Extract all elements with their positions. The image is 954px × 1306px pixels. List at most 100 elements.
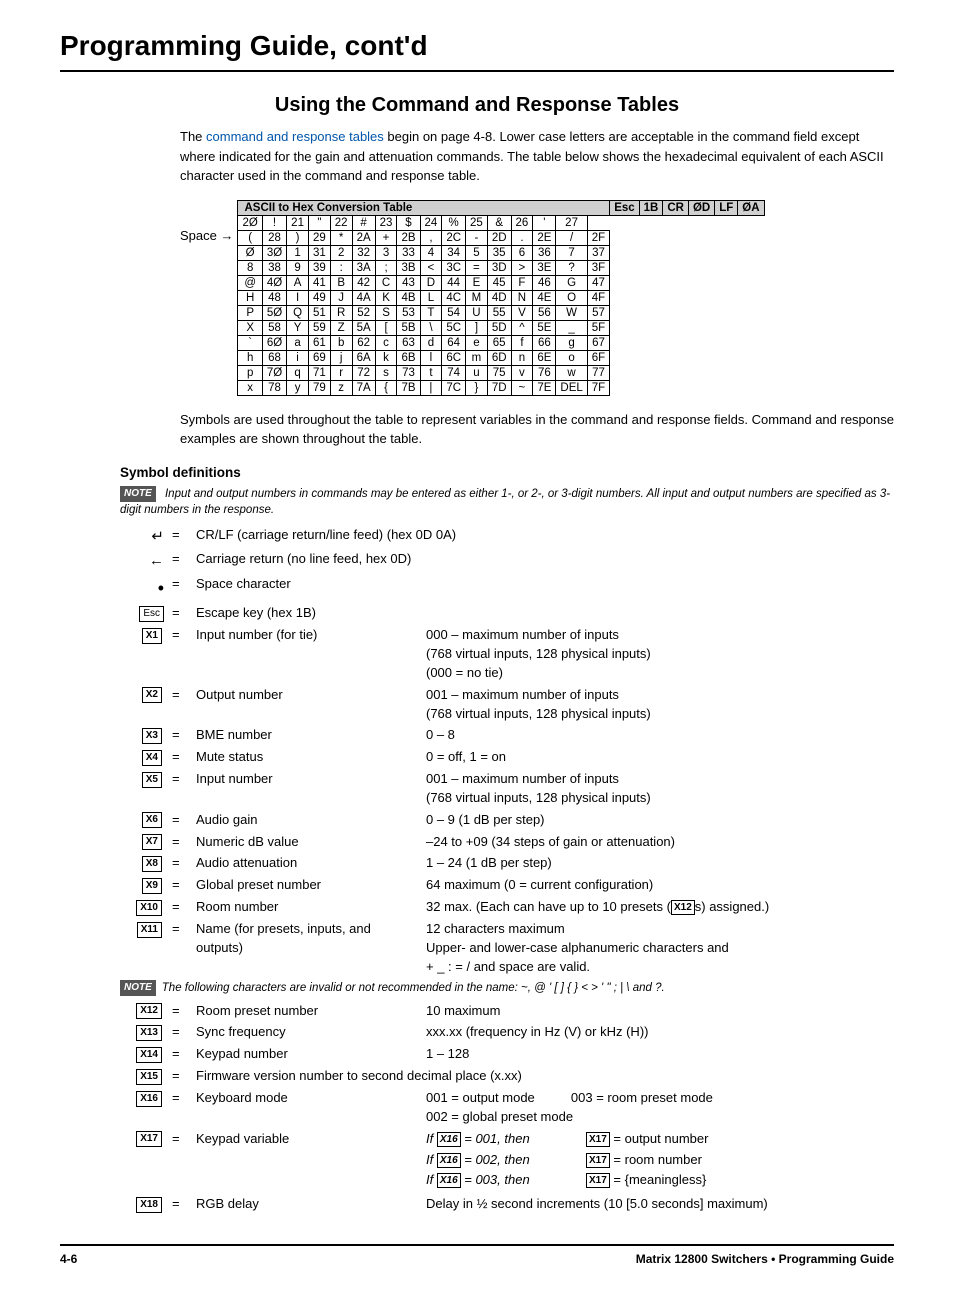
table-cell: 28 [262, 230, 286, 245]
def-label: Name (for presets, inputs, and outputs) [196, 920, 416, 958]
def-label: Carriage return (no line feed, hex 0D) [196, 550, 411, 569]
table-cell: 38 [262, 260, 286, 275]
table-cell: 6D [487, 350, 511, 365]
table-cell: 3 [375, 245, 397, 260]
footer: 4-6 Matrix 12800 Switchers • Programming… [60, 1244, 894, 1266]
table-cell: 9 [287, 260, 309, 275]
table-cell: 6F [587, 350, 609, 365]
table-cell: 29 [308, 230, 330, 245]
table-cell: Q [287, 305, 309, 320]
def-row-20: X16=Keyboard mode001 = output mode 003 =… [120, 1089, 894, 1127]
table-cell: 4 [420, 245, 442, 260]
def-label: Keyboard mode [196, 1089, 416, 1108]
x-box-X11: X11 [137, 922, 162, 938]
table-cell: " [308, 215, 330, 230]
def-symbol: X12 [120, 1002, 172, 1021]
table-cell: o [556, 350, 587, 365]
table-cell: 7E [533, 380, 556, 395]
table-cell: ? [556, 260, 587, 275]
def-equals: = [172, 1002, 196, 1021]
x-box-X17: X17 [136, 1131, 162, 1147]
table-cell: Ø [238, 245, 262, 260]
x16-cond-box: X16 [437, 1132, 461, 1147]
table-cell: 3C [442, 260, 466, 275]
x-box-X1: X1 [142, 628, 162, 644]
footer-right: Matrix 12800 Switchers • Programming Gui… [636, 1252, 894, 1266]
table-cell: 5A [352, 320, 375, 335]
table-cell: 8 [238, 260, 262, 275]
x-box-X7: X7 [142, 834, 162, 850]
x16-cond-box: X16 [437, 1153, 461, 1168]
table-cell: 59 [308, 320, 330, 335]
def-row-22: X18=RGB delayDelay in ½ second increment… [120, 1195, 894, 1214]
bullet-dot: • [158, 578, 164, 598]
def-row-5: X2=Output number001 – maximum number of … [120, 686, 894, 724]
table-cell: 7F [587, 380, 609, 395]
symbol-def-title: Symbol definitions [120, 465, 894, 480]
table-cell: 6Ø [262, 335, 286, 350]
def-symbol: X1 [120, 626, 172, 645]
ascii-table-container: Space → ASCII to Hex Conversion Table Es… [180, 200, 894, 396]
table-cell: 27 [556, 215, 587, 230]
table-cell: 37 [587, 245, 609, 260]
table-cell: 3Ø [262, 245, 286, 260]
table-cell: 7Ø [262, 365, 286, 380]
table-cell: 2 [330, 245, 352, 260]
table-cell: 2F [587, 230, 609, 245]
table-cell: Y [287, 320, 309, 335]
kv-row: If X16 = 003, thenX17 = {meaningless} [426, 1171, 894, 1190]
table-cell: * [330, 230, 352, 245]
table-cell: 7B [397, 380, 420, 395]
table-cell: 64 [442, 335, 466, 350]
table-od: ØD [688, 200, 714, 215]
def-value: 0 = off, 1 = on [426, 748, 894, 767]
def-symbol: X13 [120, 1023, 172, 1042]
table-cell: c [375, 335, 397, 350]
table-cell: 55 [487, 305, 511, 320]
table-cell: 5E [533, 320, 556, 335]
def-symbol: X11 [120, 920, 172, 939]
def-value: –24 to +09 (34 steps of gain or attenuat… [426, 833, 894, 852]
table-cell: n [511, 350, 533, 365]
table-cell: 2C [442, 230, 466, 245]
page-title: Programming Guide, cont'd [60, 30, 894, 72]
table-cell: ) [287, 230, 309, 245]
table-cell: 3A [352, 260, 375, 275]
table-cell: X [238, 320, 262, 335]
table-cell: h [238, 350, 262, 365]
table-cell: 45 [487, 275, 511, 290]
table-cell: 52 [352, 305, 375, 320]
x-box-X12: X12 [136, 1003, 162, 1019]
table-cell: 5 [466, 245, 488, 260]
kv-result: X17 = output number [586, 1130, 708, 1149]
table-cell: y [287, 380, 309, 395]
table-cell: W [556, 305, 587, 320]
x-box-X5: X5 [142, 772, 162, 788]
x17-result-box: X17 [586, 1132, 610, 1147]
def-symbol: X15 [120, 1067, 172, 1086]
def-label: Escape key (hex 1B) [196, 604, 316, 623]
def-equals: = [172, 604, 196, 623]
table-cell: < [420, 260, 442, 275]
table-cell: b [330, 335, 352, 350]
table-cell: 7A [352, 380, 375, 395]
table-cell: z [330, 380, 352, 395]
table-cell: 3E [533, 260, 556, 275]
command-response-link[interactable]: command and response tables [206, 129, 384, 144]
table-cell: 5C [442, 320, 466, 335]
table-cell: p [238, 365, 262, 380]
table-cell: 4F [587, 290, 609, 305]
space-label: Space → [180, 228, 233, 243]
table-cell: 25 [466, 215, 488, 230]
table-cell: q [287, 365, 309, 380]
def-value: 0 – 9 (1 dB per step) [426, 811, 894, 830]
table-cell: 49 [308, 290, 330, 305]
table-cell: 54 [442, 305, 466, 320]
table-cell: 4B [397, 290, 420, 305]
def-symbol: X2 [120, 686, 172, 705]
def-row-21: X17=Keypad variableIf X16 = 001, thenX17… [120, 1130, 894, 1193]
def-row-19: X15=Firmware version number to second de… [120, 1067, 894, 1086]
def-equals: = [172, 1045, 196, 1064]
x17-result-box: X17 [586, 1153, 610, 1168]
table-cell: 74 [442, 365, 466, 380]
